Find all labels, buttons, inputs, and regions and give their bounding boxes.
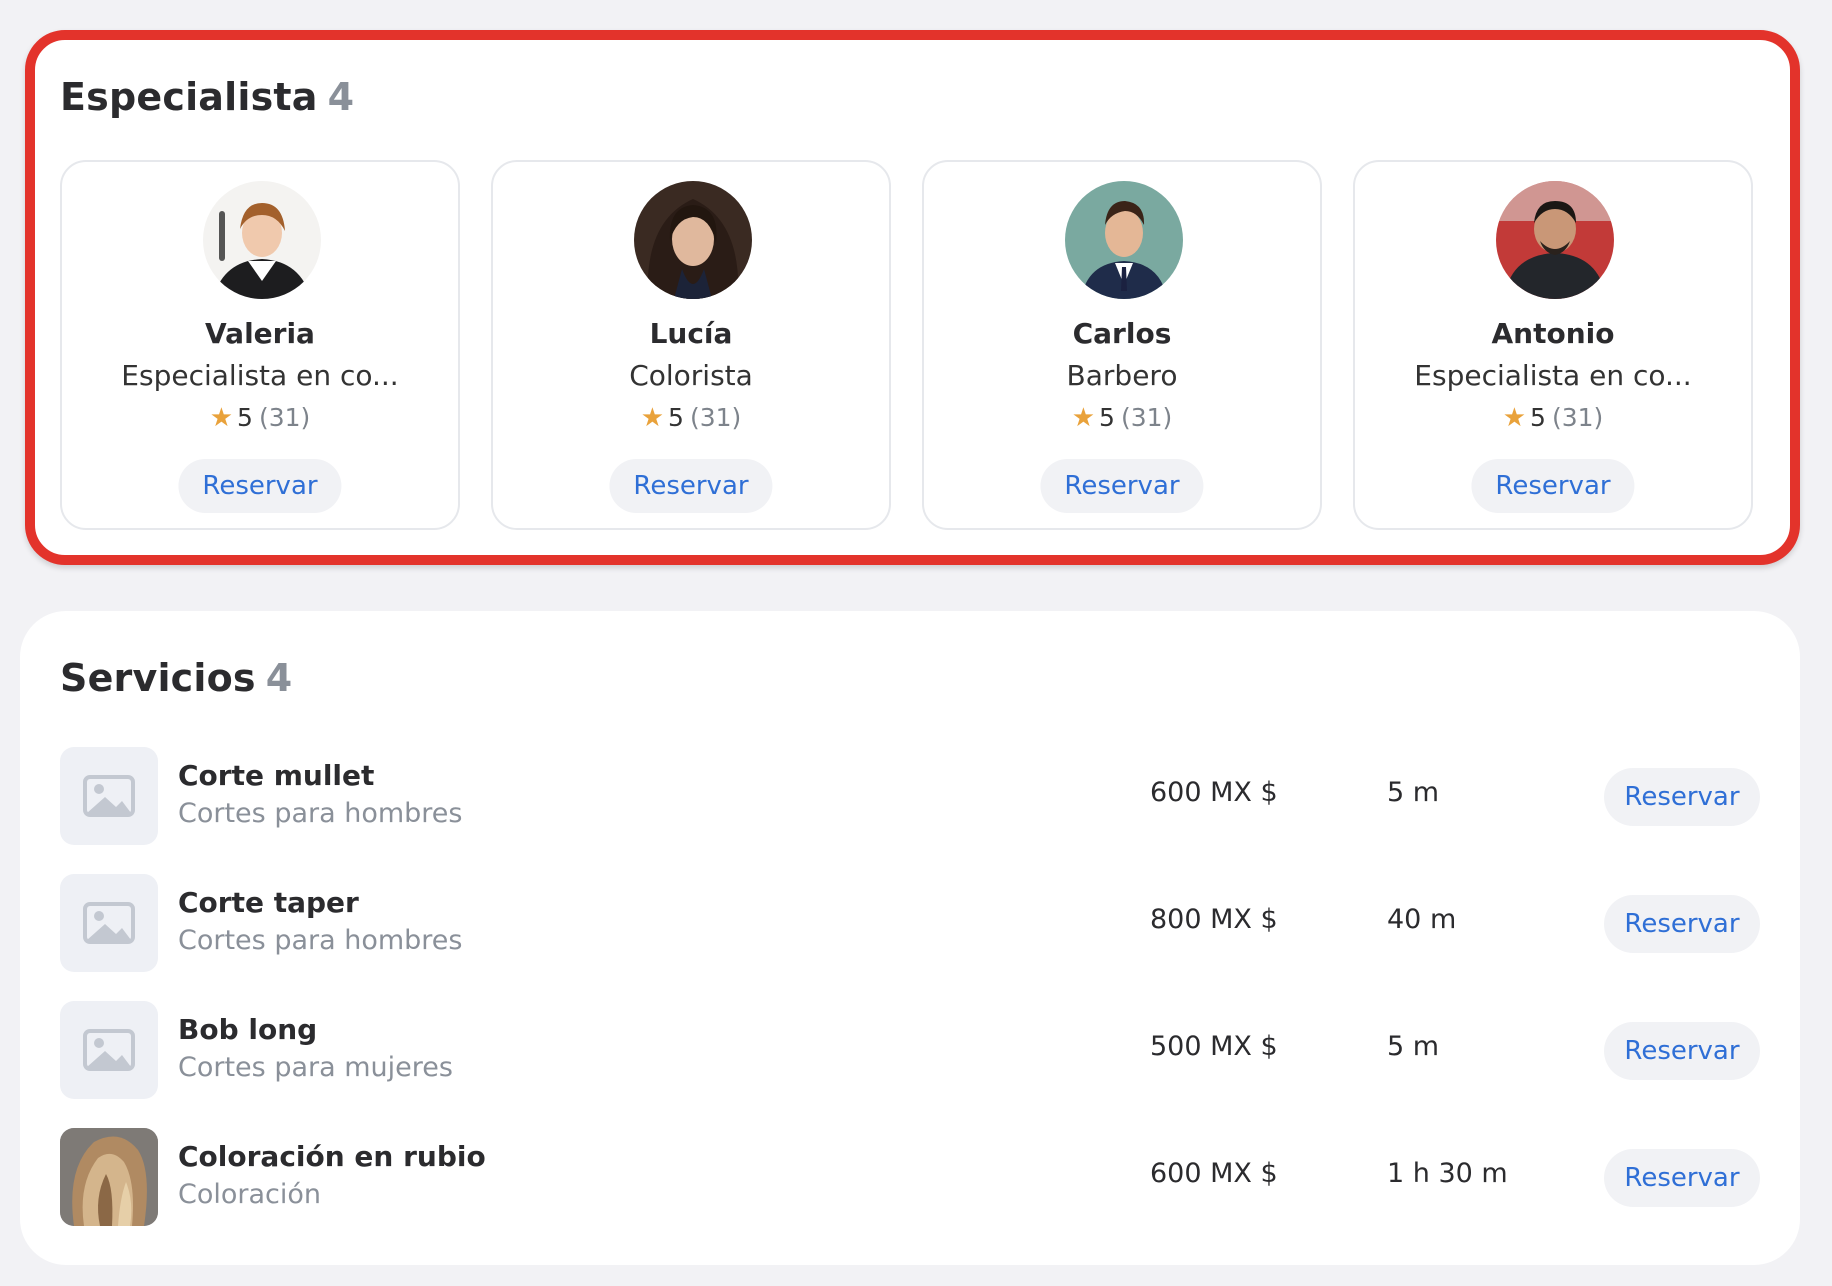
specialist-name: Valeria xyxy=(205,317,315,350)
service-duration: 40 m xyxy=(1387,904,1457,935)
rating: ★ 5 (31) xyxy=(493,403,889,433)
rating-value: 5 xyxy=(237,403,253,432)
specialist-role: Barbero xyxy=(1066,359,1178,392)
service-row[interactable]: Bob long Cortes para mujeres 500 MX $ 5 … xyxy=(60,1001,1760,1099)
image-placeholder-icon xyxy=(83,775,135,817)
rating-value: 5 xyxy=(1530,403,1546,432)
specialists-heading: Especialista 4 xyxy=(60,75,354,119)
star-icon: ★ xyxy=(640,403,665,433)
reserve-button[interactable]: Reservar xyxy=(1471,459,1635,513)
person-photo-icon xyxy=(203,181,321,299)
person-photo-icon xyxy=(1065,181,1183,299)
person-photo-icon xyxy=(1496,181,1614,299)
service-price: 800 MX $ xyxy=(1150,904,1278,935)
rating: ★ 5 (31) xyxy=(62,403,458,433)
avatar xyxy=(1065,181,1183,299)
review-count: (31) xyxy=(1120,403,1173,432)
specialist-name: Lucía xyxy=(649,317,733,350)
service-price: 500 MX $ xyxy=(1150,1031,1278,1062)
specialist-card[interactable]: Lucía Colorista ★ 5 (31) Reservar xyxy=(491,160,891,530)
service-duration: 5 m xyxy=(1387,777,1440,808)
service-thumbnail xyxy=(60,1001,158,1099)
services-title: Servicios xyxy=(60,656,256,700)
service-duration: 5 m xyxy=(1387,1031,1440,1062)
service-row[interactable]: Coloración en rubio Coloración 600 MX $ … xyxy=(60,1128,1760,1226)
reserve-button[interactable]: Reservar xyxy=(1604,768,1760,826)
reserve-button[interactable]: Reservar xyxy=(178,459,342,513)
specialist-role: Especialista en co... xyxy=(1414,359,1692,392)
service-row[interactable]: Corte mullet Cortes para hombres 600 MX … xyxy=(60,747,1760,845)
specialist-card[interactable]: Valeria Especialista en co... ★ 5 (31) Res… xyxy=(60,160,460,530)
reserve-button[interactable]: Reservar xyxy=(609,459,773,513)
service-name: Bob long xyxy=(178,1013,318,1046)
reserve-button[interactable]: Reservar xyxy=(1604,1022,1760,1080)
avatar xyxy=(203,181,321,299)
review-count: (31) xyxy=(689,403,742,432)
rating: ★ 5 (31) xyxy=(924,403,1320,433)
service-price: 600 MX $ xyxy=(1150,1158,1278,1189)
specialist-role: Especialista en co... xyxy=(121,359,399,392)
specialists-count: 4 xyxy=(327,75,355,119)
service-name: Coloración en rubio xyxy=(178,1140,486,1173)
specialist-name: Antonio xyxy=(1491,317,1615,350)
image-placeholder-icon xyxy=(83,1029,135,1071)
image-placeholder-icon xyxy=(83,902,135,944)
service-price: 600 MX $ xyxy=(1150,777,1278,808)
specialist-name: Carlos xyxy=(1072,317,1172,350)
service-category: Cortes para mujeres xyxy=(178,1052,453,1083)
specialist-card[interactable]: Carlos Barbero ★ 5 (31) Reservar xyxy=(922,160,1322,530)
reserve-button[interactable]: Reservar xyxy=(1040,459,1204,513)
rating: ★ 5 (31) xyxy=(1355,403,1751,433)
star-icon: ★ xyxy=(1071,403,1096,433)
rating-value: 5 xyxy=(668,403,684,432)
service-thumbnail xyxy=(60,874,158,972)
reserve-button[interactable]: Reservar xyxy=(1604,1149,1760,1207)
services-count: 4 xyxy=(265,656,293,700)
service-name: Corte mullet xyxy=(178,759,375,792)
reserve-button[interactable]: Reservar xyxy=(1604,895,1760,953)
star-icon: ★ xyxy=(1502,403,1527,433)
avatar xyxy=(1496,181,1614,299)
specialists-title: Especialista xyxy=(60,75,318,119)
service-name: Corte taper xyxy=(178,886,359,919)
person-photo-icon xyxy=(634,181,752,299)
review-count: (31) xyxy=(1551,403,1604,432)
specialist-card[interactable]: Antonio Especialista en co... ★ 5 (31) Res… xyxy=(1353,160,1753,530)
review-count: (31) xyxy=(258,403,311,432)
service-row[interactable]: Corte taper Cortes para hombres 800 MX $… xyxy=(60,874,1760,972)
rating-value: 5 xyxy=(1099,403,1115,432)
service-thumbnail xyxy=(60,747,158,845)
service-category: Cortes para hombres xyxy=(178,925,463,956)
service-duration: 1 h 30 m xyxy=(1387,1158,1508,1189)
services-heading: Servicios 4 xyxy=(60,656,292,700)
specialist-role: Colorista xyxy=(629,359,753,392)
avatar xyxy=(634,181,752,299)
service-thumbnail xyxy=(60,1128,158,1226)
service-category: Cortes para hombres xyxy=(178,798,463,829)
star-icon: ★ xyxy=(209,403,234,433)
services-section: Servicios 4 Corte mullet Cortes para homb… xyxy=(20,611,1800,1265)
specialists-section: Especialista 4 Valeria Especialista en co… xyxy=(25,30,1800,565)
service-category: Coloración xyxy=(178,1179,322,1210)
hair-photo-icon xyxy=(60,1128,158,1226)
